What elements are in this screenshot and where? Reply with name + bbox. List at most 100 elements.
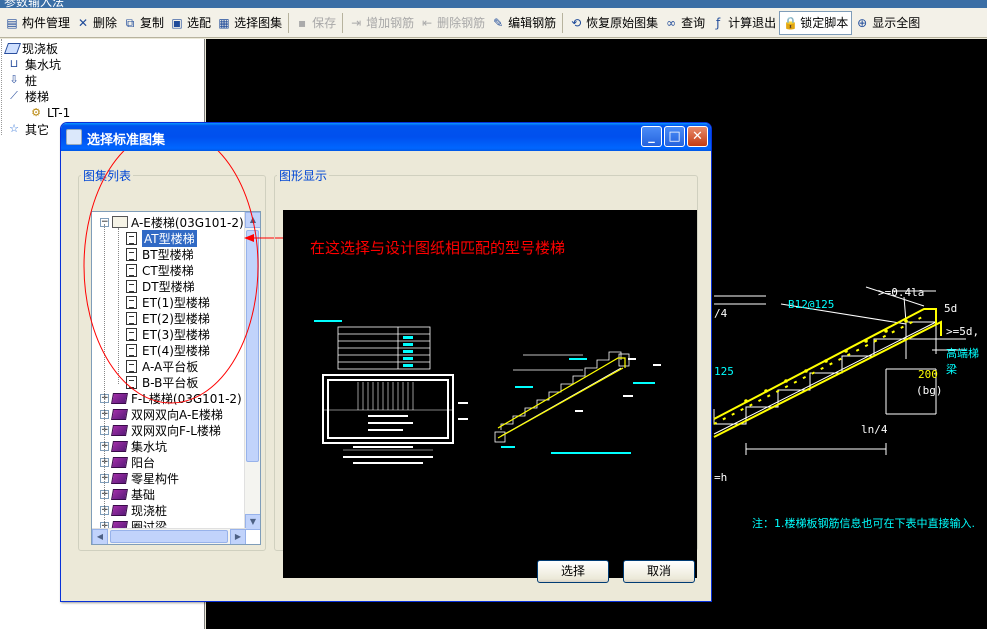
tree-guide-line	[118, 228, 119, 384]
stair-icon: ⟋	[10, 89, 18, 102]
document-icon	[126, 247, 137, 261]
maximize-button[interactable]: □	[664, 126, 685, 147]
atlas-group-item[interactable]: + 阳台	[100, 454, 155, 470]
close-button[interactable]: ✕	[687, 126, 708, 147]
atlas-leaf-item[interactable]: ET(3)型楼梯	[126, 326, 210, 342]
atlas-leaf-item[interactable]: B-B平台板	[126, 374, 198, 390]
ge5d-label: >=5d,	[946, 325, 980, 338]
edit-rebar-icon: ✎	[493, 15, 504, 30]
atlas-group-item[interactable]: + 集水坑	[100, 438, 167, 454]
window-title-bar: 参数输入法	[0, 0, 987, 8]
document-icon	[126, 343, 137, 357]
toolbar-label: 增加钢筋	[366, 16, 415, 30]
delete-button[interactable]: ✕ 删除	[73, 11, 120, 35]
atlas-leaf-item[interactable]: ET(2)型楼梯	[126, 310, 210, 326]
save-button[interactable]: ▪ 保存	[292, 11, 339, 35]
atlas-leaf-item[interactable]: ET(1)型楼梯	[126, 294, 210, 310]
tree-item-label: 现浇板	[22, 41, 59, 56]
tree-item-stair[interactable]: ⟋ 楼梯	[6, 88, 49, 104]
copy-icon: ⧉	[125, 15, 135, 30]
atlas-icon: ▦	[218, 15, 230, 30]
document-icon	[126, 231, 137, 245]
atlas-group-item[interactable]: + F-L楼梯(03G101-2)	[100, 390, 242, 406]
delete-rebar-icon: ⇤	[422, 15, 433, 30]
n200-label: 200	[918, 368, 938, 381]
star-icon: ☆	[9, 122, 19, 135]
gear-icon: ⚙	[31, 106, 41, 119]
scroll-thumb[interactable]	[246, 230, 259, 462]
tree-item-pile[interactable]: ⇩ 桩	[6, 72, 37, 88]
atlas-group-item[interactable]: − A-E楼梯(03G101-2)	[100, 214, 244, 230]
atlas-group-item[interactable]: + 双网双向F-L楼梯	[100, 422, 221, 438]
lock-script-button[interactable]: 🔒 锁定脚本	[779, 10, 853, 35]
atlas-item-label: 基础	[131, 487, 156, 502]
calc-exit-button[interactable]: ƒ 计算退出	[708, 11, 779, 35]
book-icon	[111, 456, 128, 468]
atlas-item-label: BT型楼梯	[142, 247, 194, 262]
atlas-leaf-item[interactable]: DT型楼梯	[126, 278, 195, 294]
atlas-leaf-item[interactable]: CT型楼梯	[126, 262, 194, 278]
minimize-button[interactable]: _	[641, 126, 662, 147]
atlas-item-label: ET(3)型楼梯	[142, 327, 210, 342]
scroll-left-button[interactable]: ◀	[92, 529, 108, 544]
atlas-group-item[interactable]: + 双网双向A-E楼梯	[100, 406, 223, 422]
atlas-item-label: B-B平台板	[142, 375, 199, 390]
tree-item-lt1[interactable]: ⚙ LT-1	[28, 105, 70, 121]
query-button[interactable]: ∞ 查询	[661, 11, 708, 35]
dim-label-ln4-top: /4	[714, 307, 728, 320]
atlas-item-label: 零星构件	[131, 471, 180, 486]
show-all-button[interactable]: ⊕ 显示全图	[852, 11, 923, 35]
hscroll-thumb[interactable]	[110, 530, 228, 543]
restore-atlas-button[interactable]: ⟲ 恢复原始图集	[566, 11, 661, 35]
tree-item-label: 集水坑	[25, 57, 62, 72]
toolbar-label: 保存	[312, 16, 337, 30]
tree-item-slab[interactable]: 现浇板	[3, 40, 59, 56]
atlas-group-item[interactable]: + 现浇桩	[100, 502, 167, 518]
atlas-item-label: 双网双向F-L楼梯	[131, 423, 221, 438]
select-button[interactable]: 选择	[537, 560, 609, 583]
dialog-app-icon	[66, 129, 82, 145]
select-atlas-dialog: 选择标准图集 _ □ ✕ 图集列表 − A-E楼梯(03G101-2) AT型楼梯 B…	[60, 122, 712, 602]
atlas-list-legend: 图集列表	[83, 169, 132, 183]
toolbar-label: 删除钢筋	[437, 16, 486, 30]
component-manage-button[interactable]: ▤ 构件管理	[2, 11, 73, 35]
atlas-leaf-item[interactable]: BT型楼梯	[126, 246, 194, 262]
tree-item-label: LT-1	[47, 106, 71, 120]
edit-rebar-button[interactable]: ✎ 编辑钢筋	[488, 11, 559, 35]
tree-vertical-scrollbar[interactable]: ▲ ▼	[244, 212, 260, 530]
add-rebar-icon: ⇥	[351, 15, 362, 30]
select-config-button[interactable]: ▣ 选配	[167, 11, 214, 35]
canvas-note: 注：1.楼梯板钢筋信息也可在下表中直接输入.	[752, 517, 975, 530]
tree-horizontal-scrollbar[interactable]: ◀ ▶	[92, 528, 246, 544]
tree-item-sump[interactable]: ⊔ 集水坑	[6, 56, 61, 72]
toolbar-label: 选择图集	[234, 16, 283, 30]
cancel-button[interactable]: 取消	[623, 560, 695, 583]
n125-label: 125	[714, 365, 734, 378]
delete-rebar-button[interactable]: ⇤ 删除钢筋	[417, 11, 488, 35]
atlas-item-label: 阳台	[131, 455, 156, 470]
atlas-leaf-item[interactable]: A-A平台板	[126, 358, 198, 374]
atlas-item-label: 集水坑	[131, 439, 168, 454]
scroll-up-button[interactable]: ▲	[245, 212, 260, 228]
scroll-right-button[interactable]: ▶	[230, 529, 246, 544]
atlas-leaf-item[interactable]: ET(4)型楼梯	[126, 342, 210, 358]
document-icon	[126, 311, 137, 325]
copy-button[interactable]: ⧉ 复制	[120, 11, 167, 35]
scroll-down-button[interactable]: ▼	[245, 514, 260, 530]
select-atlas-button[interactable]: ▦ 选择图集	[214, 11, 285, 35]
atlas-tree[interactable]: − A-E楼梯(03G101-2) AT型楼梯 BT型楼梯 CT型楼梯 DT型楼梯 ET(1…	[91, 211, 261, 545]
toolbar-label: 显示全图	[872, 16, 921, 30]
toolbar-separator	[288, 12, 290, 33]
atlas-item-label: 双网双向A-E楼梯	[131, 407, 223, 422]
atlas-item-label: A-E楼梯(03G101-2)	[131, 215, 244, 230]
pile-icon: ⇩	[9, 73, 19, 86]
tree-guide-line	[1, 39, 2, 135]
book-icon	[111, 488, 128, 500]
atlas-group-item[interactable]: + 基础	[100, 486, 155, 502]
atlas-leaf-item[interactable]: AT型楼梯	[126, 229, 197, 247]
atlas-group-item[interactable]: + 零星构件	[100, 470, 179, 486]
document-icon	[126, 375, 137, 389]
add-rebar-button[interactable]: ⇥ 增加钢筋	[346, 11, 417, 35]
dialog-title-bar[interactable]: 选择标准图集 _ □ ✕	[61, 123, 711, 151]
tree-item-other[interactable]: ☆ 其它	[6, 121, 49, 137]
